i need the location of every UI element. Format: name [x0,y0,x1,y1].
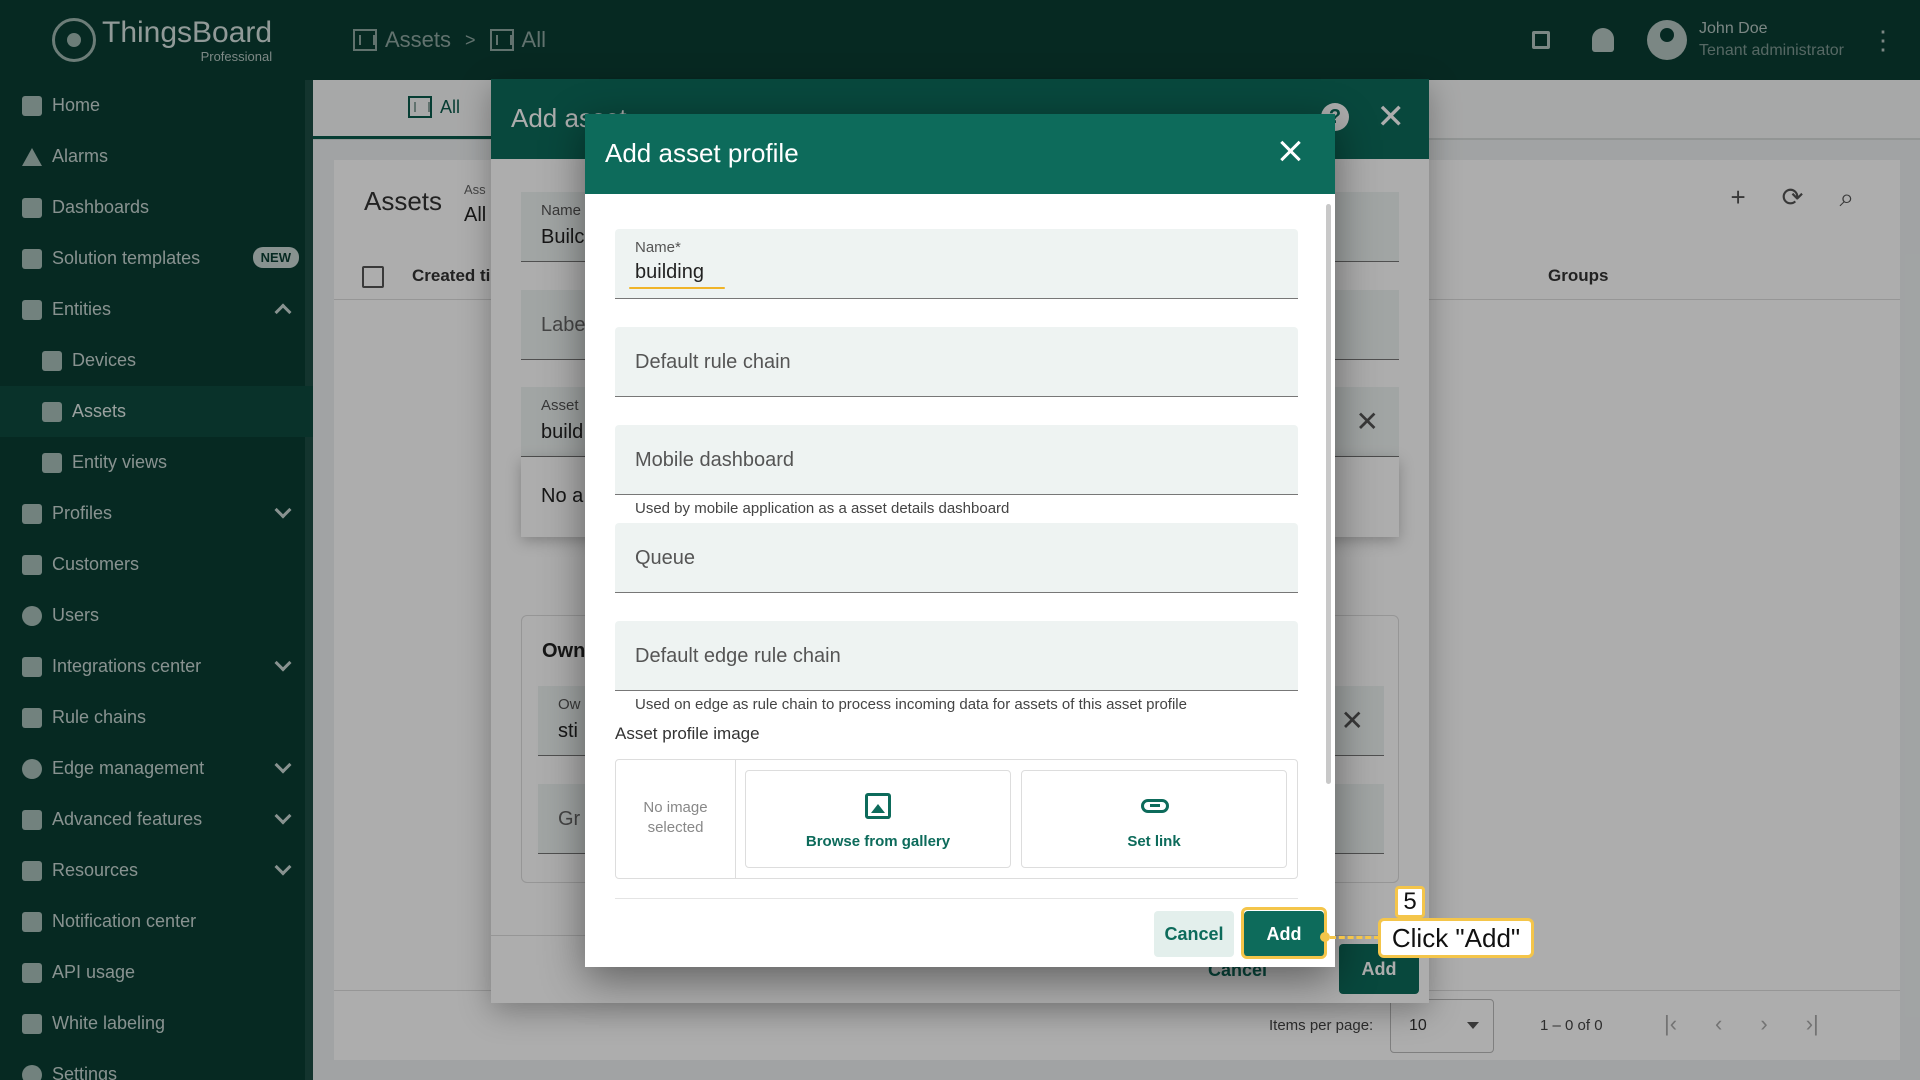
mobile-dashboard-placeholder: Mobile dashboard [635,449,794,471]
annotation-step-number: 5 [1395,886,1425,918]
default-edge-rule-chain-placeholder: Default edge rule chain [635,645,841,667]
profile-name-field[interactable]: Name* building [615,229,1298,299]
default-rule-chain-placeholder: Default rule chain [635,351,791,373]
edge-rule-chain-hint: Used on edge as rule chain to process in… [635,696,1187,713]
no-image-placeholder: No image selected [616,760,736,878]
mobile-dashboard-hint: Used by mobile application as a asset de… [635,500,1010,517]
browse-gallery-label: Browse from gallery [805,833,951,850]
queue-field[interactable]: Queue [615,523,1298,593]
highlight-add-button [1241,907,1327,959]
no-image-text: No image [643,799,708,816]
queue-placeholder: Queue [635,547,696,569]
default-edge-rule-chain-field[interactable]: Default edge rule chain [615,621,1298,691]
annotation-dot [1320,932,1330,942]
close-icon[interactable] [1273,134,1307,168]
dialog-title: Add asset profile [605,138,799,168]
add-asset-profile-dialog: Add asset profile Name* building Default… [585,114,1335,967]
cancel-button[interactable]: Cancel [1154,911,1234,957]
annotation-label: Click "Add" [1378,918,1534,958]
divider [615,898,1298,899]
image-gallery-icon [865,793,891,819]
default-rule-chain-field[interactable]: Default rule chain [615,327,1298,397]
browse-gallery-button[interactable]: Browse from gallery [745,770,1011,868]
image-picker: No image selected Browse from gallery Se… [615,759,1298,879]
link-icon [1141,799,1169,813]
dialog-scrollbar[interactable] [1326,204,1331,784]
no-image-text: selected [647,819,704,836]
set-link-button[interactable]: Set link [1021,770,1287,868]
mobile-dashboard-field[interactable]: Mobile dashboard [615,425,1298,495]
dialog-header: Add asset profile [585,114,1335,194]
set-link-label: Set link [1127,833,1181,850]
spellcheck-underline [629,287,725,289]
profile-name-label: Name* [635,239,681,256]
annotation-connector [1330,936,1380,939]
asset-profile-image-label: Asset profile image [615,724,760,743]
profile-name-value: building [635,261,704,283]
